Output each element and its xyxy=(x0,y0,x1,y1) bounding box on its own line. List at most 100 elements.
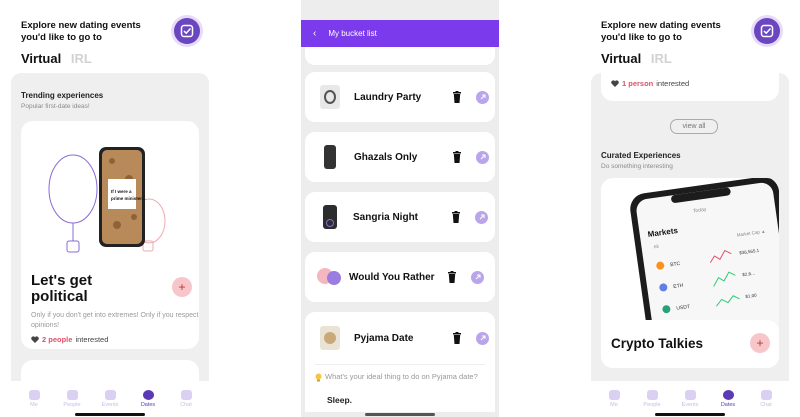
arrow-icon xyxy=(480,335,485,341)
bucket-item-partial[interactable] xyxy=(305,47,495,65)
nav-dates[interactable]: Dates xyxy=(710,390,746,408)
people-icon xyxy=(646,390,658,400)
bucket-list-screen: ‹ My bucket list Laundry Party Ghazals O… xyxy=(301,0,499,417)
bucket-item-label: Pyjama Date xyxy=(354,332,414,344)
arrow-icon xyxy=(480,154,485,160)
nav-chat[interactable]: Chat xyxy=(168,390,204,408)
add-event-button[interactable]: + xyxy=(750,333,770,353)
dates-icon xyxy=(142,390,154,400)
divider xyxy=(315,364,485,365)
add-event-button[interactable]: + xyxy=(172,277,192,297)
calendar-icon xyxy=(684,390,696,400)
checklist-icon xyxy=(180,24,194,38)
tab-bar: Virtual IRL xyxy=(601,51,678,66)
bucket-item[interactable]: Ghazals Only xyxy=(305,132,495,182)
home-indicator xyxy=(365,413,435,416)
nav-me[interactable]: Me xyxy=(596,390,632,408)
bucket-item-label: Laundry Party xyxy=(354,91,422,103)
nav-dates[interactable]: Dates xyxy=(130,390,166,408)
heart-icon xyxy=(611,80,619,87)
tab-virtual[interactable]: Virtual xyxy=(601,51,641,66)
bucket-item-label: Sangria Night xyxy=(353,211,419,223)
section-subtitle: Do something interesting xyxy=(601,163,673,170)
bucket-item-label: Ghazals Only xyxy=(354,151,418,163)
bucket-list-button[interactable] xyxy=(174,18,200,44)
person-icon xyxy=(608,390,620,400)
ghazals-thumbnail xyxy=(324,145,336,169)
event-card-previous[interactable]: 1 person interested xyxy=(601,69,779,101)
nav-label: Events xyxy=(681,402,699,408)
checklist-icon xyxy=(760,24,774,38)
tab-irl[interactable]: IRL xyxy=(71,51,92,66)
tab-irl[interactable]: IRL xyxy=(651,51,672,66)
event-illustration: If I were a prime minister... xyxy=(48,147,166,253)
arrow-icon xyxy=(475,274,480,280)
event-card-political[interactable]: If I were a prime minister... Let's get … xyxy=(21,121,199,349)
bucket-list-button[interactable] xyxy=(754,18,780,44)
dates-icon xyxy=(722,390,734,400)
tab-bar: Virtual IRL xyxy=(21,51,98,66)
open-item-button[interactable] xyxy=(476,90,489,104)
home-indicator xyxy=(75,413,145,416)
phone-text-line1: If I were a xyxy=(111,189,132,194)
nav-chat[interactable]: Chat xyxy=(748,390,784,408)
pyjama-question-box: What's your ideal thing to do on Pyjama … xyxy=(305,364,495,412)
section-subtitle: Popular first-date ideas! xyxy=(21,103,90,110)
nav-label: Chat xyxy=(180,402,192,408)
content-panel: 1 person interested view all Curated Exp… xyxy=(591,69,789,393)
trash-icon[interactable] xyxy=(452,332,462,344)
home-indicator xyxy=(655,413,725,416)
bucket-item[interactable]: Laundry Party xyxy=(305,72,495,122)
arrow-icon xyxy=(480,94,485,100)
heart-icon xyxy=(31,336,39,343)
trash-icon[interactable] xyxy=(451,211,461,223)
bottom-nav: Me People Events Dates Chat xyxy=(11,381,209,417)
nav-label: Me xyxy=(30,402,38,408)
chat-icon xyxy=(760,390,772,400)
pyjama-thumbnail xyxy=(320,326,340,350)
laundry-thumbnail xyxy=(320,85,340,109)
phone-text-line2: prime minister... xyxy=(111,196,146,201)
event-description: Only if you don't get into extremes! Onl… xyxy=(31,312,199,329)
would-you-rather-thumbnail xyxy=(317,265,343,289)
bucket-item[interactable]: Pyjama Date xyxy=(305,312,495,364)
sangria-thumbnail xyxy=(323,205,337,229)
nav-events[interactable]: Events xyxy=(92,390,128,408)
view-all-button[interactable]: view all xyxy=(670,119,718,134)
event-title: Crypto Talkies xyxy=(611,336,704,351)
nav-people[interactable]: People xyxy=(634,390,670,408)
tab-virtual[interactable]: Virtual xyxy=(21,51,61,66)
page-title: Explore new dating events you'd like to … xyxy=(601,20,721,43)
nav-people[interactable]: People xyxy=(54,390,90,408)
page-title: My bucket list xyxy=(328,29,377,38)
back-button[interactable]: ‹ xyxy=(313,28,316,39)
bulb-icon xyxy=(315,373,322,382)
nav-label: People xyxy=(643,402,661,408)
screenshot-stage: Explore new dating events you'd like to … xyxy=(0,0,800,417)
open-item-button[interactable] xyxy=(471,270,484,284)
open-item-button[interactable] xyxy=(476,150,489,164)
page-title: Explore new dating events you'd like to … xyxy=(21,20,141,43)
trash-icon[interactable] xyxy=(452,151,462,163)
open-item-button[interactable] xyxy=(475,210,488,224)
people-icon xyxy=(66,390,78,400)
event-card-crypto[interactable]: Today Markets All Market Cap ▲ BTC $36,5… xyxy=(601,178,779,368)
explore-screen-virtual: Explore new dating events you'd like to … xyxy=(11,0,209,417)
trash-icon[interactable] xyxy=(452,91,462,103)
section-title: Curated Experiences xyxy=(601,151,681,160)
interest-label: interested xyxy=(656,79,690,88)
nav-events[interactable]: Events xyxy=(672,390,708,408)
bucket-item[interactable]: Would You Rather xyxy=(305,252,495,302)
content-panel: Trending experiences Popular first-date … xyxy=(11,73,209,393)
bottom-nav: Me People Events Dates Chat xyxy=(591,381,789,417)
answer-text: Sleep. xyxy=(327,395,353,405)
question-text: What's your ideal thing to do on Pyjama … xyxy=(325,372,478,381)
interest-number: 2 people xyxy=(42,335,73,344)
calendar-icon xyxy=(104,390,116,400)
bucket-item[interactable]: Sangria Night xyxy=(305,192,495,242)
person-icon xyxy=(28,390,40,400)
trash-icon[interactable] xyxy=(447,271,457,283)
nav-me[interactable]: Me xyxy=(16,390,52,408)
open-item-button[interactable] xyxy=(476,331,489,345)
arrow-icon xyxy=(479,214,484,220)
